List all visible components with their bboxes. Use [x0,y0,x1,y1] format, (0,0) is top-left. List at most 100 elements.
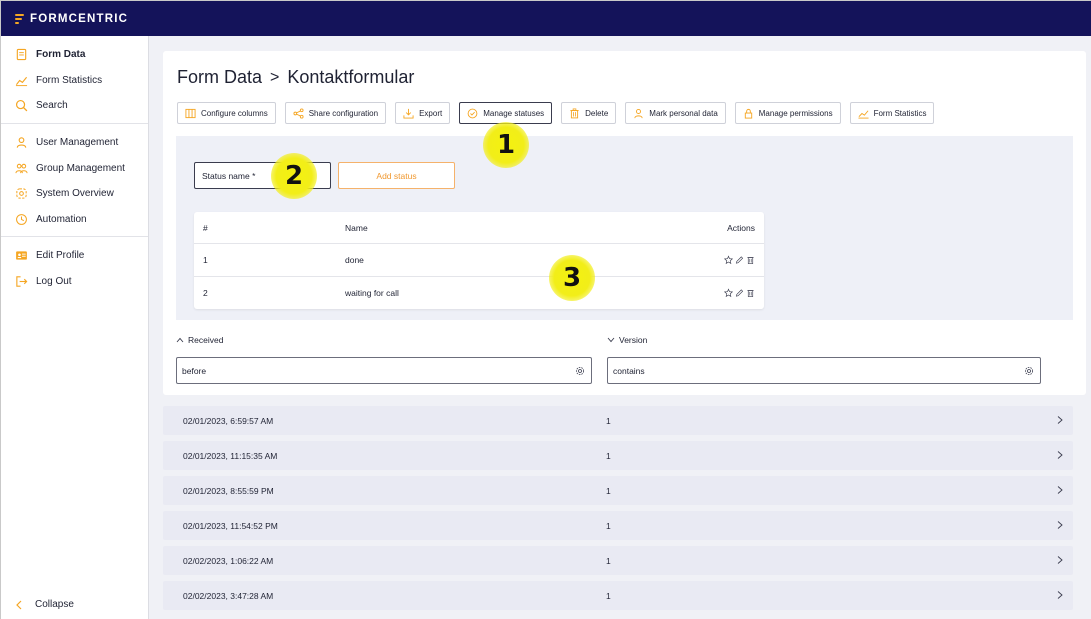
top-bar: FORMCENTRIC [1,1,1091,36]
sidebar-item-edit-profile[interactable]: Edit Profile [1,243,148,269]
breadcrumb-form: Kontaktformular [287,67,415,87]
list-item[interactable]: 02/01/2023, 11:54:52 PM 1 [163,511,1073,540]
gear-icon[interactable] [575,366,585,376]
breadcrumb-root[interactable]: Form Data [177,67,262,88]
version-label: Version [619,335,648,345]
lock-icon [744,108,752,119]
sidebar-item-form-statistics[interactable]: Form Statistics [1,68,148,94]
columns-icon [185,108,196,118]
trash-icon[interactable] [746,288,755,297]
sidebar-item-label: User Management [36,137,119,149]
received-filter-input[interactable]: before [176,357,592,384]
list-item[interactable]: 02/01/2023, 8:55:59 PM 1 [163,476,1073,505]
configure-columns-button[interactable]: Configure columns [177,102,276,124]
received-label: Received [188,335,224,345]
user-icon [15,136,28,149]
sidebar-item-label: System Overview [36,188,114,200]
status-name-placeholder: Status name * [202,170,256,181]
chevron-right-icon[interactable] [1057,415,1063,426]
button-label: Export [419,108,443,118]
sidebar-item-label: Form Statistics [36,74,103,86]
pencil-icon[interactable] [735,255,744,264]
submission-version: 1 [606,520,611,531]
submission-version: 1 [606,485,611,496]
logo-text: FORMCENTRIC [30,12,129,25]
sidebar-item-search[interactable]: Search [1,93,148,119]
button-label: Delete [585,108,609,118]
submission-version: 1 [606,590,611,601]
sidebar-item-label: Form Data [36,49,86,61]
id-card-icon [15,249,28,262]
clock-icon [15,213,28,226]
button-label: Configure columns [201,108,268,118]
sidebar: Form Data Form Statistics Search User Ma… [1,36,149,619]
chevron-right-icon[interactable] [1057,555,1063,566]
collapse-button[interactable]: Collapse [15,599,74,610]
received-filter-toggle[interactable]: Received [176,335,223,345]
manage-permissions-button[interactable]: Manage permissions [734,102,841,124]
share-configuration-button[interactable]: Share configuration [284,102,387,124]
version-filter-toggle[interactable]: Version [607,335,647,345]
submission-date: 02/01/2023, 11:54:52 PM [183,520,278,531]
nav-group-admin: User Management Group Management System … [1,124,148,238]
chevron-right-icon[interactable] [1057,520,1063,531]
table-row: 1 done [194,244,764,277]
chevron-right-icon[interactable] [1057,450,1063,461]
version-filter-input[interactable]: contains [607,357,1041,384]
list-item[interactable]: 02/01/2023, 11:15:35 AM 1 [163,441,1073,470]
logo-icon [15,13,24,24]
share-icon [293,107,304,119]
export-button[interactable]: Export [395,102,451,124]
annotation-badge-3: 3 [549,255,595,301]
trash-icon[interactable] [746,255,755,264]
sidebar-item-log-out[interactable]: Log Out [1,269,148,295]
add-status-button[interactable]: Add status [338,162,455,189]
form-data-card: Form Data > Kontaktformular Configure co… [163,51,1086,395]
search-icon [15,99,28,112]
chevron-right-icon[interactable] [1057,485,1063,496]
formcentric-logo[interactable]: FORMCENTRIC [15,13,128,25]
submission-version: 1 [606,415,611,426]
submission-list: 02/01/2023, 6:59:57 AM 1 02/01/2023, 11:… [163,406,1073,616]
sidebar-item-user-management[interactable]: User Management [1,130,148,156]
submission-version: 1 [606,450,611,461]
form-statistics-button[interactable]: Form Statistics [849,102,935,124]
star-icon[interactable] [724,288,733,297]
sidebar-item-group-management[interactable]: Group Management [1,155,148,181]
status-name: waiting for call [345,287,399,298]
filter-bar: Received before Version contains [163,331,1086,395]
sidebar-item-label: Log Out [36,276,72,288]
submission-date: 02/01/2023, 11:15:35 AM [183,450,278,461]
logout-icon [15,275,28,288]
download-icon [403,108,414,119]
status-actions [724,255,755,265]
trash-icon [570,108,579,118]
sidebar-item-automation[interactable]: Automation [1,207,148,233]
mark-personal-data-button[interactable]: Mark personal data [625,102,726,124]
sidebar-item-system-overview[interactable]: System Overview [1,181,148,207]
chevron-left-icon [15,600,23,610]
star-icon[interactable] [724,255,733,265]
manage-statuses-button[interactable]: Manage statuses [459,102,553,124]
annotation-badge-1: 1 [483,122,529,168]
column-header-name: Name [345,222,368,233]
chevron-right-icon[interactable] [1057,590,1063,601]
list-item[interactable]: 02/01/2023, 6:59:57 AM 1 [163,406,1073,435]
page-title: Form Data > Kontaktformular [177,67,414,88]
document-icon [15,48,28,61]
group-icon [15,162,28,175]
sidebar-item-form-data[interactable]: Form Data [1,42,148,68]
delete-button[interactable]: Delete [561,102,617,124]
gear-icon[interactable] [1024,366,1034,376]
button-label: Share configuration [308,108,379,118]
list-item[interactable]: 02/02/2023, 3:47:28 AM 1 [163,581,1073,610]
sidebar-item-label: Edit Profile [36,250,85,262]
annotation-badge-2: 2 [271,153,317,199]
button-label: Form Statistics [873,108,927,118]
chart-line-icon [858,109,869,119]
column-header-index: # [203,222,208,233]
sidebar-item-label: Automation [36,213,87,225]
button-label: Mark personal data [649,108,718,118]
list-item[interactable]: 02/02/2023, 1:06:22 AM 1 [163,546,1073,575]
pencil-icon[interactable] [735,288,744,297]
